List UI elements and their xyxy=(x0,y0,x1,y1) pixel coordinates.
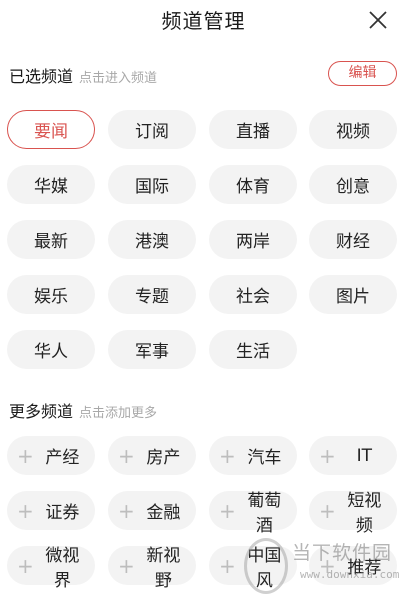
more-channel-label: 证券 xyxy=(45,503,80,523)
plus-icon: + xyxy=(118,443,135,468)
page-title: 频道管理 xyxy=(161,9,246,33)
selected-channel-chip[interactable]: 华人 xyxy=(7,330,95,369)
more-channel-chip[interactable]: + 房产 xyxy=(108,436,196,475)
more-section-title: 更多频道 xyxy=(9,402,74,421)
selected-channel-chip[interactable]: 军事 xyxy=(108,330,196,369)
header: 频道管理 xyxy=(0,0,407,40)
selected-section-hint: 点击进入频道 xyxy=(79,71,158,86)
more-channel-label: 短视频 xyxy=(347,490,382,536)
plus-icon: + xyxy=(17,443,34,468)
more-channel-chip[interactable]: + 金融 xyxy=(108,491,196,530)
plus-icon: + xyxy=(219,443,236,468)
more-channel-chip[interactable]: + 微视界 xyxy=(7,546,95,591)
edit-button[interactable]: 编辑 xyxy=(328,61,397,86)
more-channel-chip[interactable]: + IT xyxy=(309,436,397,475)
more-channel-label: 房产 xyxy=(146,448,181,468)
selected-channel-chip[interactable]: 创意 xyxy=(309,165,397,204)
watermark: 当下软件园 www.downxia.com xyxy=(240,532,407,600)
selected-channel-chip[interactable]: 社会 xyxy=(209,275,297,314)
selected-channel-chip[interactable]: 要闻 xyxy=(7,110,95,149)
selected-channel-chip[interactable]: 订阅 xyxy=(108,110,196,149)
watermark-url: www.downxia.com xyxy=(300,568,400,581)
plus-icon: + xyxy=(118,498,135,523)
plus-icon: + xyxy=(319,443,336,468)
more-channel-label: 金融 xyxy=(146,503,181,523)
selected-channel-chip[interactable]: 图片 xyxy=(309,275,397,314)
more-channel-label: 微视界 xyxy=(45,545,80,591)
plus-icon: + xyxy=(319,498,336,523)
selected-channel-chip[interactable]: 港澳 xyxy=(108,220,196,259)
more-channel-chip[interactable]: + 证券 xyxy=(7,491,95,530)
selected-channel-chip[interactable]: 财经 xyxy=(309,220,397,259)
plus-icon: + xyxy=(118,553,135,578)
more-channel-label: 汽车 xyxy=(247,448,282,468)
watermark-logo-icon xyxy=(244,538,288,594)
more-channel-label: 新视野 xyxy=(146,545,181,591)
selected-channel-chip[interactable]: 体育 xyxy=(209,165,297,204)
more-section-header: 更多频道 点击添加更多 xyxy=(9,398,157,422)
plus-icon: + xyxy=(17,553,34,578)
selected-channel-chip[interactable]: 娱乐 xyxy=(7,275,95,314)
close-icon[interactable] xyxy=(367,9,389,31)
more-channel-chip[interactable]: + 产经 xyxy=(7,436,95,475)
selected-channel-chip[interactable]: 视频 xyxy=(309,110,397,149)
selected-channel-chip[interactable]: 最新 xyxy=(7,220,95,259)
watermark-text: 当下软件园 xyxy=(292,542,393,564)
selected-channel-chip[interactable]: 专题 xyxy=(108,275,196,314)
selected-channel-chip[interactable]: 生活 xyxy=(209,330,297,369)
selected-channel-chip[interactable]: 华媒 xyxy=(7,165,95,204)
selected-section-title: 已选频道 xyxy=(9,67,74,86)
plus-icon: + xyxy=(17,498,34,523)
more-channel-chip[interactable]: + 汽车 xyxy=(209,436,297,475)
more-channel-chip[interactable]: + 短视频 xyxy=(309,491,397,536)
more-channel-label: 葡萄酒 xyxy=(247,490,282,536)
selected-channel-chip[interactable]: 直播 xyxy=(209,110,297,149)
plus-icon: + xyxy=(219,553,236,578)
more-section-hint: 点击添加更多 xyxy=(79,406,158,421)
more-channel-chip[interactable]: + 葡萄酒 xyxy=(209,491,297,536)
more-channel-label: 产经 xyxy=(45,448,80,468)
selected-section-header: 已选频道 点击进入频道 xyxy=(9,63,157,87)
more-channel-chip[interactable]: + 新视野 xyxy=(108,546,196,591)
more-channel-label: IT xyxy=(356,445,373,466)
selected-channel-chip[interactable]: 两岸 xyxy=(209,220,297,259)
selected-channel-chip[interactable]: 国际 xyxy=(108,165,196,204)
plus-icon: + xyxy=(219,498,236,523)
